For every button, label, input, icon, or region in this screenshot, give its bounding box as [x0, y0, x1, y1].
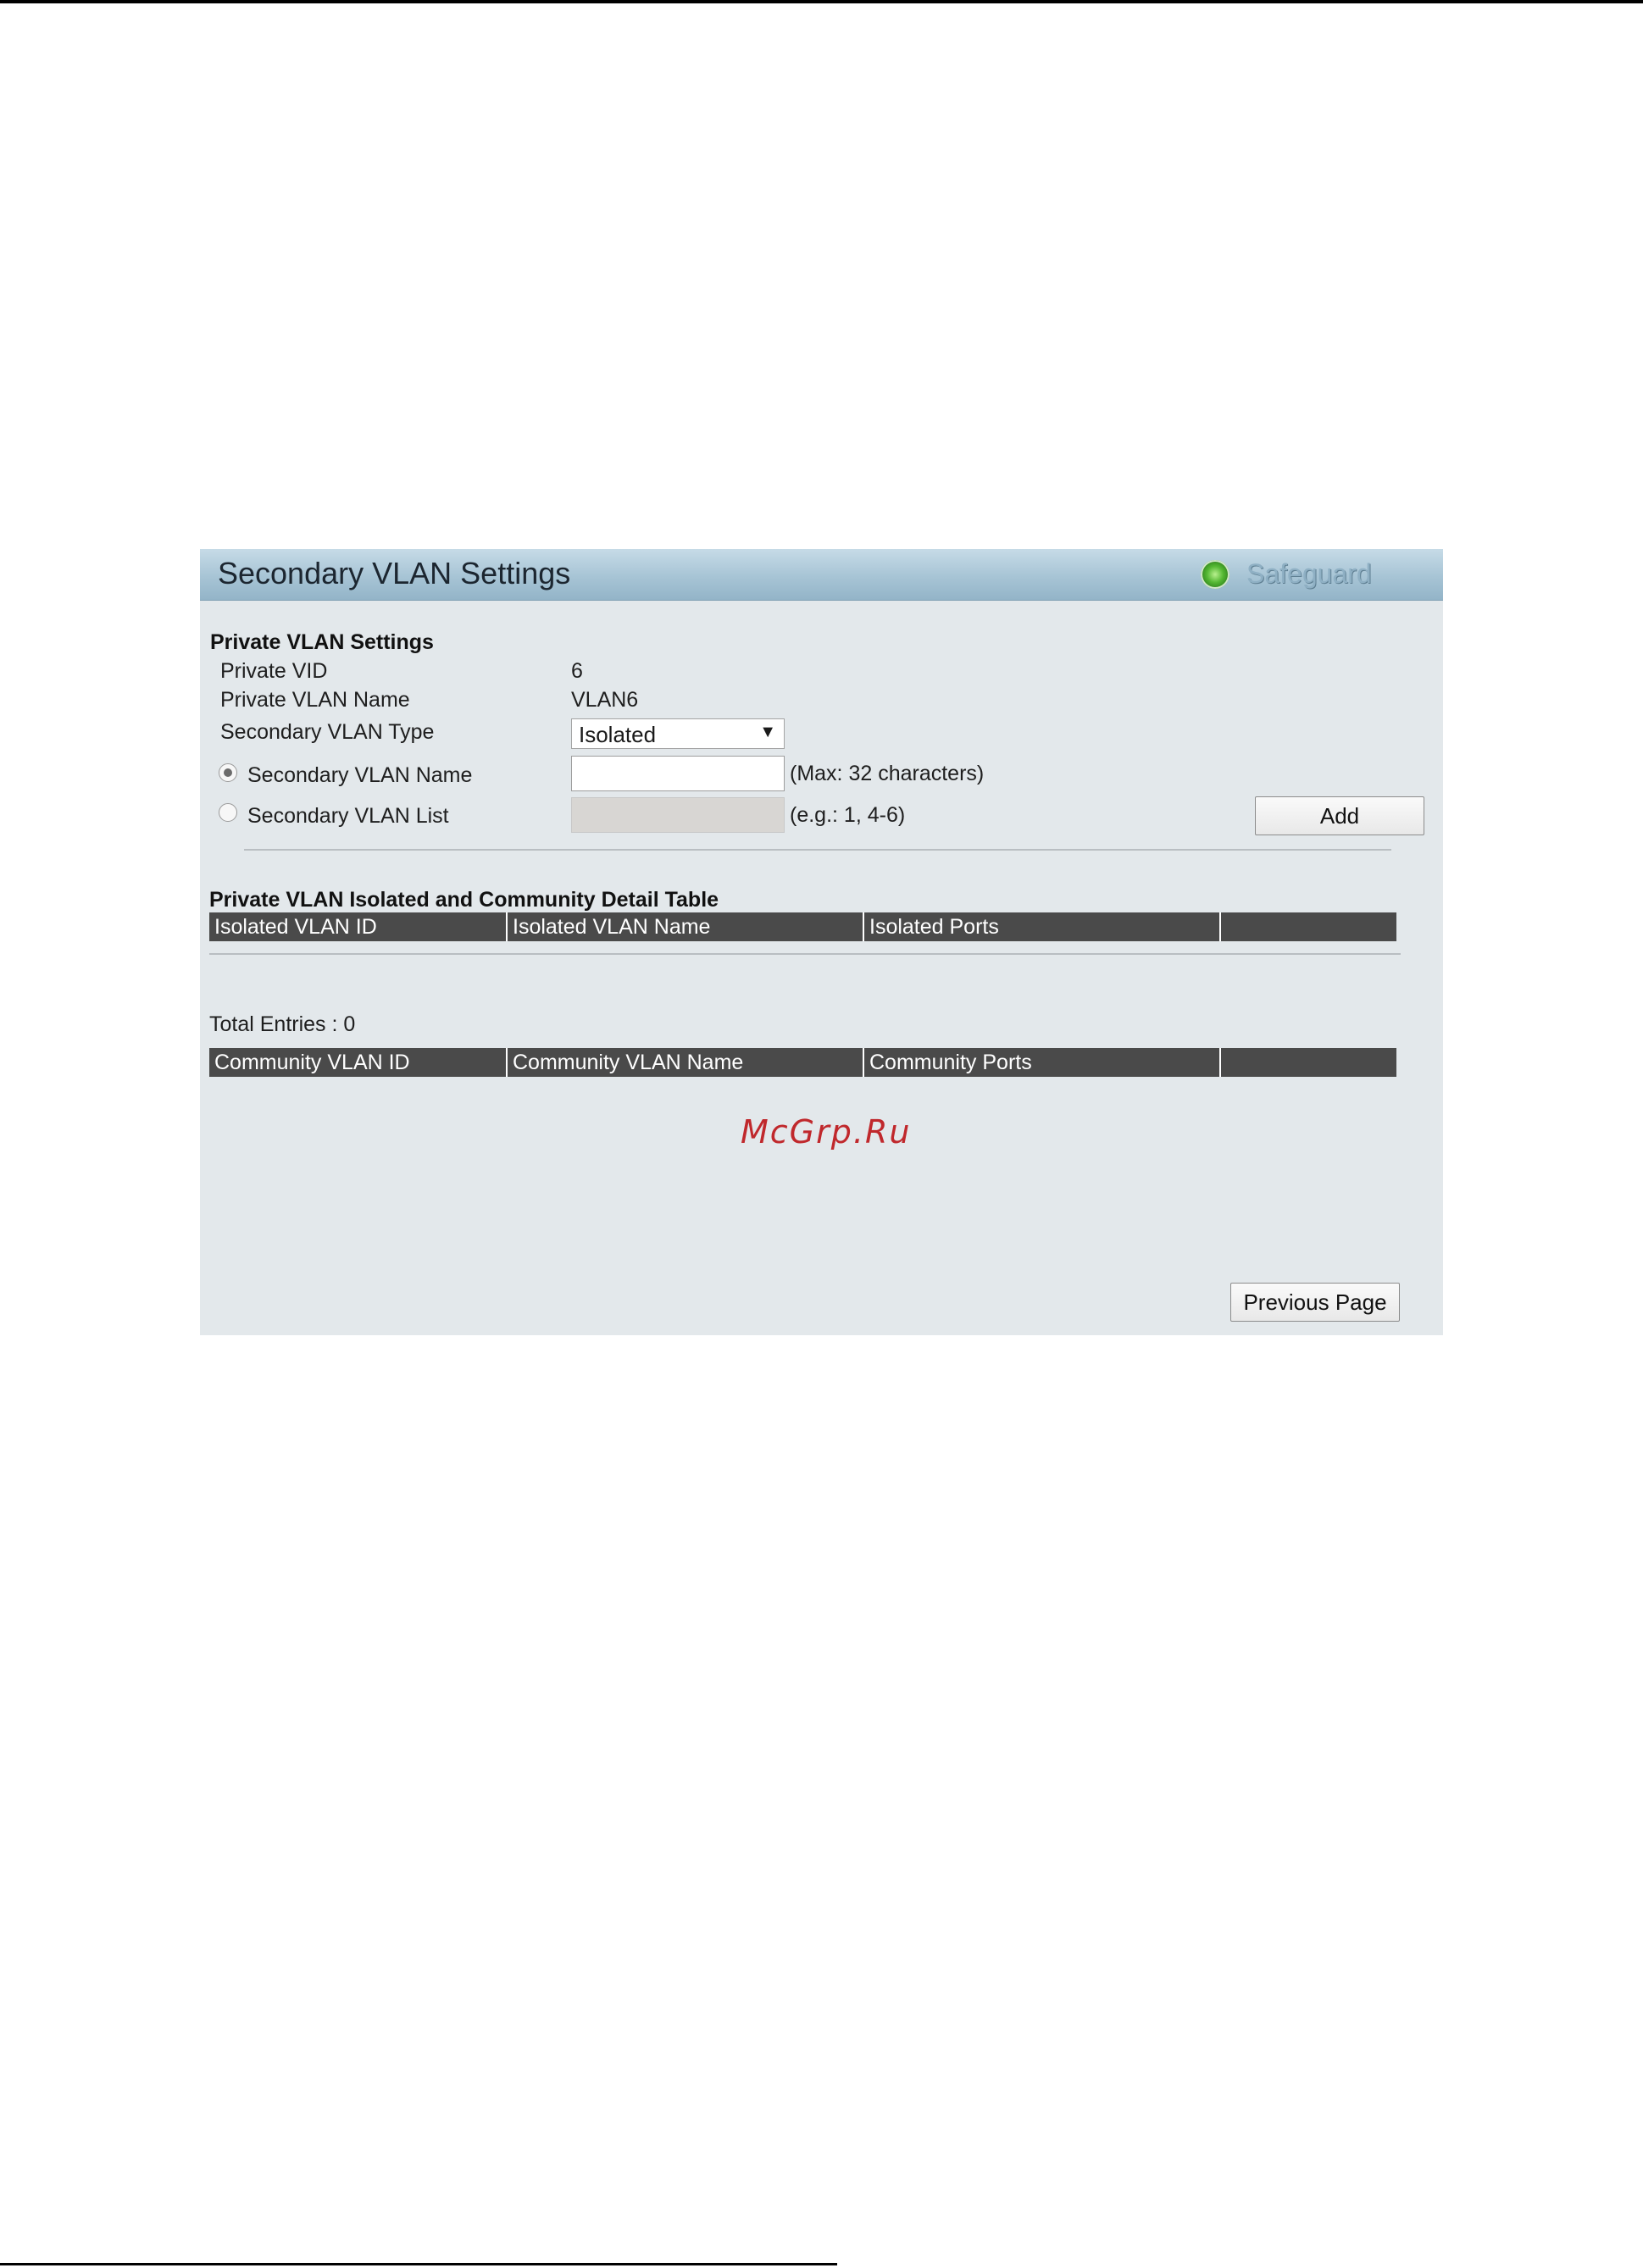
isolated-blank-column: [1221, 912, 1396, 941]
watermark-text: McGrp.Ru: [741, 1113, 912, 1151]
safeguard-label: Safeguard: [1246, 558, 1372, 589]
community-vlan-name-column: Community VLAN Name: [508, 1048, 864, 1077]
community-blank-column: [1221, 1048, 1396, 1077]
table-divider: [209, 953, 1401, 955]
secondary-vlan-list-radio[interactable]: [219, 803, 237, 822]
private-vlan-name-value: VLAN6: [571, 688, 639, 712]
isolated-vlan-name-column: Isolated VLAN Name: [508, 912, 864, 941]
secondary-vlan-type-select[interactable]: Isolated ▼: [571, 718, 785, 749]
total-entries-text: Total Entries : 0: [209, 1012, 356, 1036]
secondary-vlan-name-radio[interactable]: [219, 763, 237, 782]
secondary-vlan-name-input[interactable]: [571, 756, 785, 791]
status-led-icon: [1201, 560, 1229, 589]
secondary-vlan-settings-panel: Secondary VLAN Settings Safeguard Privat…: [200, 549, 1443, 1335]
chevron-down-icon: ▼: [759, 723, 776, 741]
secondary-vlan-list-label: Secondary VLAN List: [247, 804, 449, 828]
secondary-vlan-type-label: Secondary VLAN Type: [220, 720, 435, 744]
isolated-ports-column: Isolated Ports: [864, 912, 1221, 941]
private-vid-label: Private VID: [220, 659, 328, 683]
add-button[interactable]: Add: [1255, 796, 1424, 835]
isolated-vlan-id-column: Isolated VLAN ID: [209, 912, 508, 941]
private-vid-value: 6: [571, 659, 583, 683]
page-bottom-rule: [0, 2263, 837, 2265]
private-vlan-name-label: Private VLAN Name: [220, 688, 410, 712]
settings-divider: [244, 849, 1391, 851]
isolated-table-header: Isolated VLAN ID Isolated VLAN Name Isol…: [209, 912, 1396, 941]
detail-table-heading: Private VLAN Isolated and Community Deta…: [209, 888, 719, 912]
community-ports-column: Community Ports: [864, 1048, 1221, 1077]
secondary-vlan-list-input[interactable]: [571, 797, 785, 833]
secondary-vlan-name-hint: (Max: 32 characters): [790, 762, 985, 785]
community-vlan-id-column: Community VLAN ID: [209, 1048, 508, 1077]
page-title: Secondary VLAN Settings: [218, 556, 571, 591]
community-table-header: Community VLAN ID Community VLAN Name Co…: [209, 1048, 1396, 1077]
private-vlan-settings-heading: Private VLAN Settings: [210, 630, 434, 654]
secondary-vlan-name-label: Secondary VLAN Name: [247, 763, 473, 787]
previous-page-button[interactable]: Previous Page: [1230, 1283, 1400, 1322]
panel-header: Secondary VLAN Settings Safeguard: [200, 549, 1443, 601]
secondary-vlan-list-hint: (e.g.: 1, 4-6): [790, 803, 906, 827]
page-top-rule: [0, 0, 1643, 3]
secondary-vlan-type-selected: Isolated: [579, 722, 657, 747]
